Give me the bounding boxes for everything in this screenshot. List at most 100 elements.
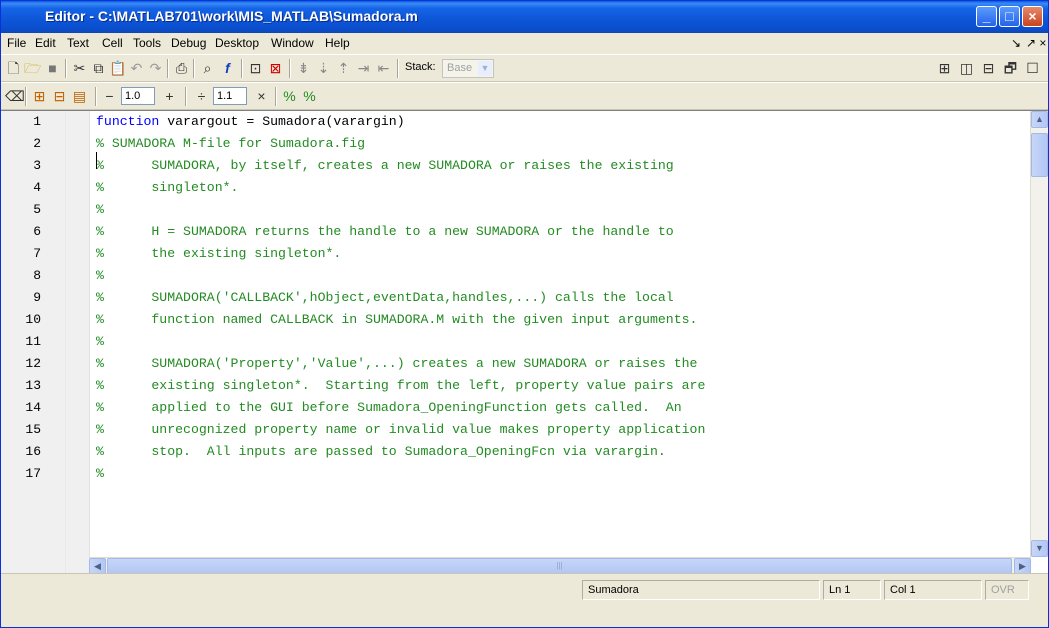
step-out-icon[interactable]: ⇡ <box>335 60 352 77</box>
step-icon[interactable]: ⇟ <box>295 60 312 77</box>
cell-toolbar: ⌫ ⊞ ⊟ ▤ − 1.0 + ÷ 1.1 × % % <box>1 82 1048 110</box>
copy-icon[interactable]: ⧉ <box>90 60 107 77</box>
scroll-up-icon[interactable]: ▲ <box>1031 111 1048 128</box>
code-text: varargout = Sumadora(varargin) <box>159 114 405 129</box>
tile-icon[interactable]: ⊞ <box>936 60 953 77</box>
step-in-icon[interactable]: ⇣ <box>315 60 332 77</box>
line-number: 14 <box>25 400 41 415</box>
code-editor[interactable]: 1 2 3 4 5 6 7 8 9 10 11 12 13 14 15 16 1… <box>1 110 1048 574</box>
line-number: 13 <box>25 378 41 393</box>
menu-help[interactable]: Help <box>325 36 350 50</box>
paste-icon[interactable]: 📋 <box>109 60 126 77</box>
separator <box>65 59 67 78</box>
separator <box>25 87 27 106</box>
increment-comment-icon[interactable]: % <box>281 88 298 105</box>
separator <box>167 59 169 78</box>
new-file-icon[interactable]: 🗋 <box>5 60 22 77</box>
menu-desktop[interactable]: Desktop <box>215 36 259 50</box>
title-bar[interactable]: Editor - C:\MATLAB701\work\MIS_MATLAB\Su… <box>1 1 1048 33</box>
increment-button[interactable]: + <box>161 88 178 105</box>
open-folder-icon[interactable]: 🗁 <box>24 60 41 77</box>
status-column: Col 1 <box>884 580 982 600</box>
menu-cell[interactable]: Cell <box>102 36 123 50</box>
dock-icon[interactable]: ↘ <box>1011 36 1021 50</box>
print-icon[interactable]: ⎙ <box>173 60 190 77</box>
divide-value-input[interactable]: 1.1 <box>213 87 247 105</box>
separator <box>275 87 277 106</box>
code-text-area[interactable]: function varargout = Sumadora(varargin) … <box>90 111 1030 573</box>
comment-line: % SUMADORA M-file for Sumadora.fig <box>96 136 366 151</box>
function-icon[interactable]: f <box>219 60 236 77</box>
status-overwrite: OVR <box>985 580 1029 600</box>
menu-tools[interactable]: Tools <box>133 36 161 50</box>
status-line: Ln 1 <box>823 580 881 600</box>
line-number: 1 <box>33 114 41 129</box>
scroll-right-icon[interactable]: ▶ <box>1014 558 1031 574</box>
scroll-down-icon[interactable]: ▼ <box>1031 540 1048 557</box>
horizontal-scrollbar[interactable]: ◀ ||| ▶ <box>89 557 1031 574</box>
main-toolbar: 🗋 🗁 ■ ✂ ⧉ 📋 ↶ ↷ ⎙ ⌕ f ⊡ ⊠ ⇟ ⇣ ⇡ ⇥ ⇤ Stac… <box>1 54 1048 82</box>
eval-cell-icon[interactable]: ⊞ <box>31 88 48 105</box>
editor-window: Editor - C:\MATLAB701\work\MIS_MATLAB\Su… <box>0 0 1049 628</box>
exit-debug-icon[interactable]: ⇤ <box>375 60 392 77</box>
separator <box>95 87 97 106</box>
save-icon[interactable]: ■ <box>44 60 61 77</box>
stack-dropdown[interactable]: Base ▼ <box>442 59 494 78</box>
float-icon[interactable]: 🗗 <box>1002 60 1019 77</box>
decrement-comment-icon[interactable]: % <box>301 88 318 105</box>
horizontal-scroll-thumb[interactable]: ||| <box>107 558 1012 574</box>
redo-icon[interactable]: ↷ <box>147 60 164 77</box>
chevron-down-icon: ▼ <box>478 61 492 76</box>
comment-line: % unrecognized property name or invalid … <box>96 422 706 437</box>
menu-edit[interactable]: Edit <box>35 36 56 50</box>
eval-file-icon[interactable]: ▤ <box>71 88 88 105</box>
vertical-scrollbar[interactable]: ▲ ▼ <box>1030 111 1048 557</box>
menu-file[interactable]: File <box>7 36 26 50</box>
decrement-button[interactable]: − <box>101 88 118 105</box>
text-cursor <box>96 152 97 169</box>
line-number: 10 <box>25 312 41 327</box>
menu-text[interactable]: Text <box>67 36 89 50</box>
vertical-scroll-thumb[interactable] <box>1031 133 1048 177</box>
comment-line: % SUMADORA('Property','Value',...) creat… <box>96 356 698 371</box>
close-icon: × <box>1028 8 1037 24</box>
separator <box>241 59 243 78</box>
keyword: function <box>96 114 160 129</box>
set-breakpoint-icon[interactable]: ⊡ <box>247 60 264 77</box>
maximize-button[interactable]: □ <box>999 6 1020 27</box>
stack-label: Stack: <box>405 61 436 73</box>
divide-button[interactable]: ÷ <box>193 88 210 105</box>
separator <box>397 59 399 78</box>
cell-mode-icon[interactable]: ⌫ <box>5 88 25 105</box>
minimize-button[interactable]: _ <box>976 6 997 27</box>
maximize-pane-icon[interactable]: ☐ <box>1024 60 1041 77</box>
increment-value-input[interactable]: 1.0 <box>121 87 155 105</box>
split-vertical-icon[interactable]: ◫ <box>958 60 975 77</box>
scroll-left-icon[interactable]: ◀ <box>89 558 106 574</box>
multiply-button[interactable]: × <box>253 88 270 105</box>
status-function-name: Sumadora <box>582 580 820 600</box>
split-horizontal-icon[interactable]: ⊟ <box>980 60 997 77</box>
comment-line: % <box>96 334 104 349</box>
comment-line: % H = SUMADORA returns the handle to a n… <box>96 224 674 239</box>
separator <box>289 59 291 78</box>
line-number: 16 <box>25 444 41 459</box>
comment-line: % stop. All inputs are passed to Sumador… <box>96 444 666 459</box>
menu-window[interactable]: Window <box>271 36 314 50</box>
line-number-gutter: 1 2 3 4 5 6 7 8 9 10 11 12 13 14 15 16 1… <box>1 111 90 573</box>
comment-line: % <box>96 466 104 481</box>
menu-debug[interactable]: Debug <box>171 36 206 50</box>
clear-breakpoints-icon[interactable]: ⊠ <box>267 60 284 77</box>
cut-icon[interactable]: ✂ <box>71 60 88 77</box>
continue-icon[interactable]: ⇥ <box>355 60 372 77</box>
undock-close-icon[interactable]: ↗ × <box>1026 36 1046 50</box>
eval-cell-advance-icon[interactable]: ⊟ <box>51 88 68 105</box>
close-button[interactable]: × <box>1022 6 1043 27</box>
find-icon[interactable]: ⌕ <box>199 60 216 77</box>
undo-icon[interactable]: ↶ <box>128 60 145 77</box>
comment-line: % SUMADORA('CALLBACK',hObject,eventData,… <box>96 290 674 305</box>
line-number: 15 <box>25 422 41 437</box>
line-number: 7 <box>33 246 41 261</box>
menu-bar: File Edit Text Cell Tools Debug Desktop … <box>1 33 1048 53</box>
comment-line: % existing singleton*. Starting from the… <box>96 378 706 393</box>
